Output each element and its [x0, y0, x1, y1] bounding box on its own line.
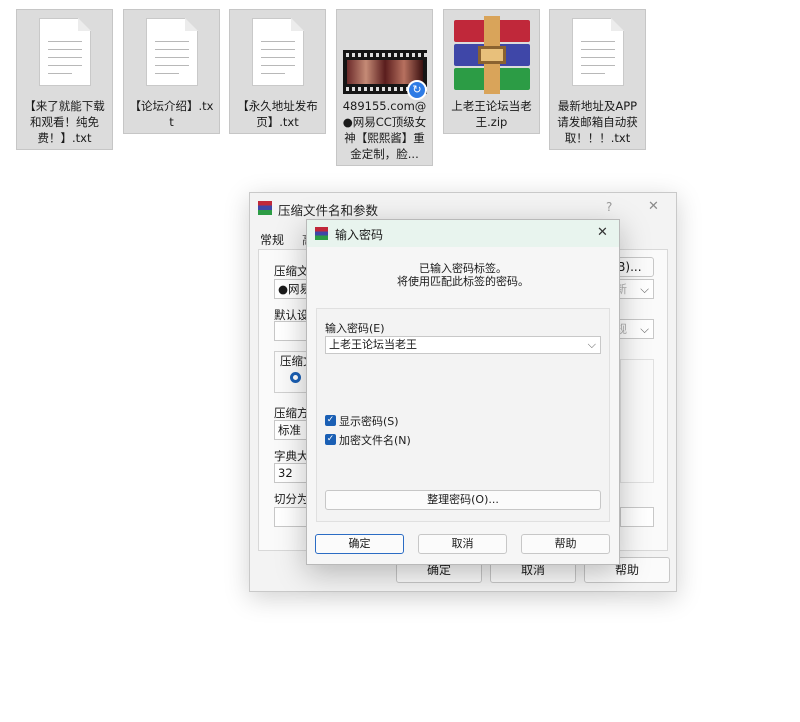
winrar-app-icon: [258, 201, 272, 215]
show-password-label: 显示密码(S): [339, 415, 399, 428]
file-name: 最新地址及APP请发邮箱自动获取！！！.txt: [557, 99, 638, 145]
password-input[interactable]: 上老王论坛当老王 ⌵: [325, 336, 601, 354]
password-dialog: 输入密码 ✕ 已输入密码标签。 将使用匹配此标签的密码。 输入密码(E) 上老王…: [306, 219, 620, 565]
encrypt-filenames-label: 加密文件名(N): [339, 434, 411, 447]
text-file-icon: [146, 18, 198, 86]
password-button-area[interactable]: [620, 507, 654, 527]
info-text-2: 将使用匹配此标签的密码。: [397, 275, 529, 288]
file-item[interactable]: 最新地址及APP请发邮箱自动获取！！！.txt: [549, 9, 646, 150]
tab-general[interactable]: 常规: [260, 231, 284, 248]
file-item[interactable]: ↻ 489155.com@●网易CC顶级女神【熙熙酱】重金定制，脸...: [336, 9, 433, 166]
file-item[interactable]: 【永久地址发布页】.txt: [229, 9, 326, 134]
help-icon[interactable]: ?: [606, 200, 612, 214]
file-name: 上老王论坛当老王.zip: [451, 99, 532, 129]
password-label: 输入密码(E): [325, 322, 385, 335]
text-file-icon: [252, 18, 304, 86]
password-dialog-titlebar: 输入密码 ✕: [307, 220, 619, 247]
cancel-button[interactable]: 取消: [418, 534, 507, 554]
manage-passwords-button[interactable]: 整理密码(O)...: [325, 490, 601, 510]
encrypt-filenames-checkbox[interactable]: ✓: [325, 434, 336, 445]
file-item[interactable]: 【来了就能下载和观看！纯免费！】.txt: [16, 9, 113, 150]
ok-button[interactable]: 确定: [315, 534, 404, 554]
file-item[interactable]: 上老王论坛当老王.zip: [443, 9, 540, 134]
close-icon[interactable]: ✕: [597, 225, 608, 240]
close-icon[interactable]: ✕: [648, 199, 659, 214]
file-name: 489155.com@●网易CC顶级女神【熙熙酱】重金定制，脸...: [342, 99, 427, 161]
dialog-title: 压缩文件名和参数: [278, 203, 379, 218]
winrar-app-icon: [315, 227, 328, 240]
text-file-icon: [39, 18, 91, 86]
chevron-down-icon: ⌵: [587, 338, 596, 351]
file-name: 【来了就能下载和观看！纯免费！】.txt: [24, 99, 105, 145]
rar-radio[interactable]: [290, 372, 301, 383]
player-badge-icon: ↻: [407, 80, 427, 100]
file-name: 【论坛介绍】.txt: [129, 99, 214, 129]
file-item[interactable]: 【论坛介绍】.txt: [123, 9, 220, 134]
help-button[interactable]: 帮助: [521, 534, 610, 554]
winrar-archive-icon: [452, 16, 532, 94]
options-group: [620, 359, 654, 483]
password-input-value: 上老王论坛当老王: [329, 338, 417, 351]
file-name: 【永久地址发布页】.txt: [237, 99, 318, 129]
show-password-checkbox[interactable]: ✓: [325, 415, 336, 426]
text-file-icon: [572, 18, 624, 86]
password-dialog-title: 输入密码: [335, 228, 384, 242]
